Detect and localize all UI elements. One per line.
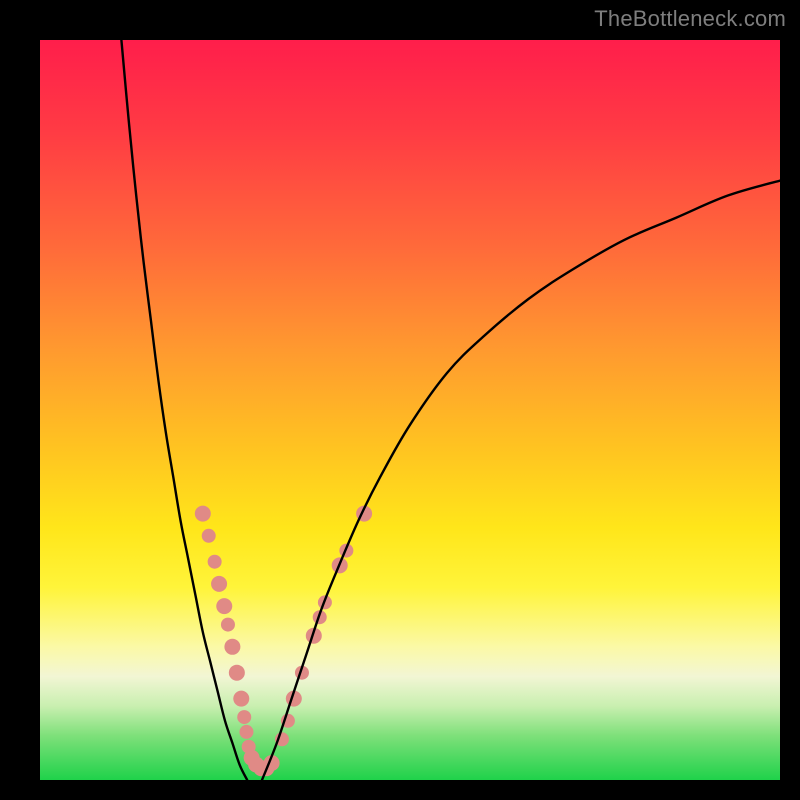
data-marker (211, 576, 227, 592)
marker-layer (195, 506, 372, 777)
watermark-text: TheBottleneck.com (594, 6, 786, 32)
plot-area (40, 40, 780, 780)
data-marker (229, 665, 245, 681)
left-branch-curve (121, 40, 247, 780)
data-marker (239, 725, 253, 739)
data-marker (233, 691, 249, 707)
data-marker (216, 598, 232, 614)
data-marker (208, 555, 222, 569)
chart-frame: TheBottleneck.com (0, 0, 800, 800)
data-marker (224, 639, 240, 655)
chart-svg (40, 40, 780, 780)
data-marker (202, 529, 216, 543)
right-branch-curve (262, 181, 780, 780)
data-marker (195, 506, 211, 522)
data-marker (237, 710, 251, 724)
data-marker (221, 618, 235, 632)
